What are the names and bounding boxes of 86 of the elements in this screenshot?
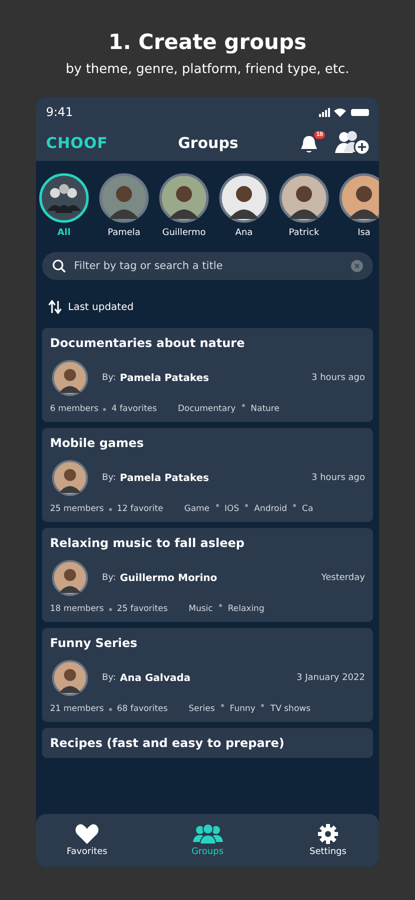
group-card[interactable]: Recipes (fast and easy to prepare) xyxy=(42,728,373,758)
updated-time: 3 hours ago xyxy=(312,373,365,383)
bell-icon xyxy=(300,135,318,155)
bullet-icon xyxy=(216,504,219,507)
people-icon xyxy=(192,824,222,844)
group-card[interactable]: Funny Series By: Ana Galvada 3 January 2022 21 members 68 favorites Series Funny TV shows xyxy=(42,628,373,722)
avatar xyxy=(52,560,88,596)
search-field[interactable]: Filter by tag or search a title xyxy=(42,252,373,280)
page-title: 1. Create groups xyxy=(108,30,306,54)
author-label: By: xyxy=(102,473,116,483)
nav-tab[interactable]: Favorites xyxy=(52,814,122,867)
sort-icon[interactable] xyxy=(48,300,62,314)
clear-icon[interactable] xyxy=(351,260,363,272)
member-count: 18 members xyxy=(50,604,104,614)
group-tag: Game xyxy=(184,504,210,514)
friend-name: Ana xyxy=(235,228,253,238)
bullet-icon xyxy=(242,404,245,407)
page-subtitle: by theme, genre, platform, friend type, etc. xyxy=(66,62,350,77)
group-card[interactable]: Mobile games By: Pamela Patakes 3 hours ago 25 members 12 favorite Game IOS Android Ca xyxy=(42,428,373,522)
heart-icon xyxy=(75,824,99,844)
favorite-count: 68 favorites xyxy=(116,704,168,714)
group-tag: IOS xyxy=(224,504,240,514)
avatar xyxy=(52,460,88,496)
bullet-icon xyxy=(103,408,106,410)
settings-icon xyxy=(318,824,338,844)
screen-title: Groups xyxy=(177,134,240,152)
friend-name: Guillermo xyxy=(162,228,206,238)
group-title: Documentaries about nature xyxy=(50,336,246,350)
bullet-icon xyxy=(261,704,264,707)
favorite-count: 12 favorite xyxy=(116,504,164,514)
author-label: By: xyxy=(102,373,116,383)
group-card[interactable]: Relaxing music to fall asleep By: Guillermo Morino Yesterday 18 members 25 favorites Music Relaxing xyxy=(42,528,373,622)
status-icons xyxy=(319,107,371,117)
author-label: By: xyxy=(102,573,116,583)
updated-time: 3 January 2022 xyxy=(296,673,365,683)
avatar xyxy=(52,360,88,396)
bullet-icon xyxy=(108,608,112,610)
group-tag: Music xyxy=(188,604,213,614)
search-icon xyxy=(52,259,66,273)
group-tag: Funny xyxy=(230,704,256,714)
nav-tab[interactable]: Settings xyxy=(293,814,363,867)
author-name: Pamela Patakes xyxy=(120,472,210,484)
author-label: By: xyxy=(102,673,116,683)
group-tag: Documentary xyxy=(178,404,236,414)
favorite-count: 4 favorites xyxy=(111,404,157,414)
group-tag: Series xyxy=(188,704,215,714)
friend-name: All xyxy=(57,228,71,238)
bullet-icon xyxy=(108,708,112,710)
group-title: Mobile games xyxy=(50,436,145,450)
bullet-icon xyxy=(293,504,296,507)
group-card[interactable]: Documentaries about nature By: Pamela Patakes 3 hours ago 6 members 4 favorites Documentary Nature xyxy=(42,328,373,422)
group-tag: TV shows xyxy=(270,704,311,714)
avatar xyxy=(52,660,88,696)
avatar[interactable] xyxy=(339,173,379,223)
add-friend-icon[interactable] xyxy=(335,131,371,155)
updated-time: 3 hours ago xyxy=(312,473,365,483)
avatar[interactable] xyxy=(219,173,269,223)
group-tag: Android xyxy=(254,504,288,514)
sort-label[interactable]: Last updated xyxy=(68,302,134,312)
updated-time: Yesterday xyxy=(321,573,365,583)
avatar[interactable] xyxy=(159,173,209,223)
status-time: 9:41 xyxy=(46,105,73,119)
friend-name: Isa xyxy=(358,228,370,238)
group-title: Relaxing music to fall asleep xyxy=(50,536,246,550)
friend-name: Pamela xyxy=(108,228,140,238)
group-title: Recipes (fast and easy to prepare) xyxy=(50,736,286,750)
avatar[interactable] xyxy=(279,173,329,223)
app-logo: CHOOF xyxy=(46,134,109,152)
author-name: Guillermo Morino xyxy=(120,572,218,584)
group-avatar[interactable] xyxy=(39,173,89,223)
member-count: 6 members xyxy=(50,404,98,414)
nav-tab[interactable]: Groups xyxy=(172,814,242,867)
group-tag: Ca xyxy=(302,504,314,514)
author-name: Ana Galvada xyxy=(120,672,192,684)
group-tag: Relaxing xyxy=(228,604,264,614)
group-tag: Nature xyxy=(250,404,280,414)
member-count: 21 members xyxy=(50,704,104,714)
favorite-count: 25 favorites xyxy=(116,604,168,614)
bullet-icon xyxy=(218,604,222,607)
friend-name: Patrick xyxy=(288,228,320,238)
member-count: 25 members xyxy=(50,504,104,514)
group-title: Funny Series xyxy=(50,636,138,650)
author-name: Pamela Patakes xyxy=(120,372,210,384)
bullet-icon xyxy=(220,704,224,707)
bullet-icon xyxy=(245,504,248,507)
bullet-icon xyxy=(108,508,112,510)
